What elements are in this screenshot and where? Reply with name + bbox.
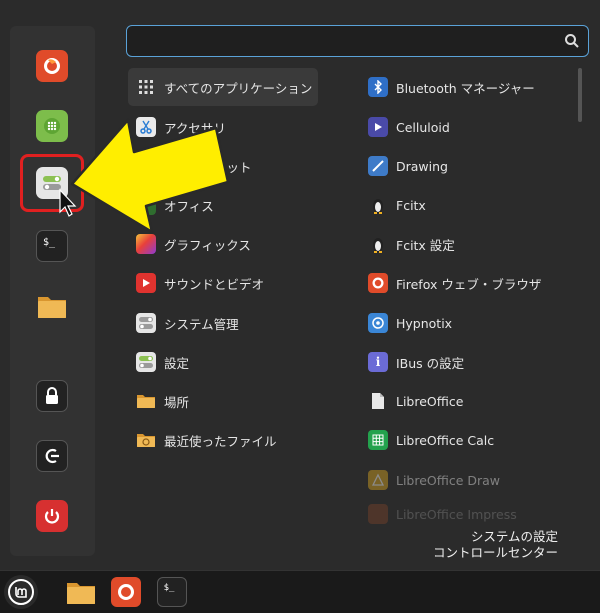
- app-libreoffice[interactable]: LibreOffice: [362, 382, 572, 420]
- bluetooth-icon: [368, 77, 388, 97]
- category-places[interactable]: 場所: [128, 382, 318, 420]
- firefox-icon[interactable]: [36, 50, 68, 82]
- category-administration[interactable]: システム管理: [128, 304, 318, 342]
- description-subtitle: コントロールセンター: [432, 545, 558, 560]
- category-label: グラフィックス: [164, 237, 251, 253]
- app-label: Bluetooth マネージャー: [396, 80, 535, 96]
- info-icon: i: [368, 352, 388, 372]
- folder-icon: [67, 583, 95, 604]
- category-label: インターネット: [164, 159, 252, 175]
- toggle-icon: [136, 352, 156, 372]
- category-sound-video[interactable]: サウンドとビデオ: [128, 264, 318, 302]
- terminal-icon: $_: [163, 583, 175, 593]
- category-preferences[interactable]: 設定: [128, 343, 318, 381]
- software-manager-icon[interactable]: [36, 110, 68, 142]
- draw-icon: [368, 470, 388, 490]
- terminal-icon[interactable]: $_: [36, 230, 68, 262]
- app-label: Firefox ウェブ・ブラウザ: [396, 276, 542, 292]
- app-label: LibreOffice Calc: [396, 432, 495, 448]
- globe-icon: [136, 156, 156, 176]
- app-libreoffice-impress[interactable]: LibreOffice Impress: [362, 500, 572, 528]
- category-label: オフィス: [164, 198, 214, 214]
- app-hypnotix[interactable]: Hypnotix: [362, 304, 572, 342]
- category-office[interactable]: オフィス: [128, 186, 318, 224]
- firefox-launcher[interactable]: [111, 577, 141, 607]
- app-ibus-settings[interactable]: i IBus の設定: [362, 343, 572, 381]
- hypnotix-icon: [368, 313, 388, 333]
- firefox-icon: [368, 273, 388, 293]
- category-internet[interactable]: インターネット: [128, 147, 318, 185]
- play-icon: [136, 273, 156, 293]
- app-fcitx-settings[interactable]: Fcitx 設定: [362, 225, 572, 263]
- category-label: システム管理: [164, 316, 239, 332]
- logout-icon[interactable]: [36, 440, 68, 472]
- recent-folder-icon: [136, 430, 156, 450]
- shutdown-icon[interactable]: [36, 500, 68, 532]
- search-box[interactable]: [126, 25, 589, 57]
- app-libreoffice-calc[interactable]: LibreOffice Calc: [362, 421, 572, 459]
- app-label: Drawing: [396, 158, 448, 174]
- document-icon: [368, 391, 388, 411]
- celluloid-icon: [368, 117, 388, 137]
- category-label: すべてのアプリケーション: [164, 80, 313, 96]
- app-label: Fcitx: [396, 197, 426, 213]
- search-input[interactable]: [135, 30, 559, 54]
- app-label: LibreOffice Draw: [396, 472, 501, 488]
- app-firefox[interactable]: Firefox ウェブ・ブラウザ: [362, 264, 572, 302]
- graphics-icon: [136, 234, 156, 254]
- app-celluloid[interactable]: Celluloid: [362, 108, 572, 146]
- app-label: Fcitx 設定: [396, 237, 455, 253]
- toggle-icon: [136, 313, 156, 333]
- app-bluetooth-manager[interactable]: Bluetooth マネージャー: [362, 68, 572, 106]
- files-launcher[interactable]: [64, 575, 98, 609]
- app-label: LibreOffice: [396, 393, 464, 409]
- category-label: 場所: [164, 394, 190, 410]
- app-label: Celluloid: [396, 119, 450, 135]
- application-menu: $_ すべてのアプリケーション アクセサリ インターネット オフィス グラフィッ…: [0, 0, 600, 570]
- app-label: IBus の設定: [396, 355, 465, 371]
- scissors-icon: [136, 117, 156, 137]
- app-libreoffice-draw[interactable]: LibreOffice Draw: [362, 461, 572, 499]
- category-label: サウンドとビデオ: [164, 276, 265, 292]
- calc-icon: [368, 430, 388, 450]
- grid-icon: [136, 77, 156, 97]
- terminal-launcher[interactable]: $_: [157, 577, 187, 607]
- menu-button[interactable]: [4, 575, 38, 609]
- lock-icon[interactable]: [36, 380, 68, 412]
- app-drawing[interactable]: Drawing: [362, 147, 572, 185]
- office-icon: [136, 195, 156, 215]
- folder-icon: [136, 391, 156, 411]
- impress-icon: [368, 504, 388, 524]
- category-recent-files[interactable]: 最近使ったファイル: [128, 421, 318, 459]
- category-label: 設定: [164, 355, 190, 371]
- system-settings-icon[interactable]: [36, 167, 68, 199]
- penguin-icon: [368, 234, 388, 254]
- app-label: Hypnotix: [396, 315, 453, 331]
- search-icon[interactable]: [564, 33, 580, 49]
- category-accessories[interactable]: アクセサリ: [128, 108, 318, 146]
- mint-logo-icon: [8, 579, 34, 605]
- taskbar: $_: [0, 570, 600, 613]
- drawing-icon: [368, 156, 388, 176]
- category-all-applications[interactable]: すべてのアプリケーション: [128, 68, 318, 106]
- category-label: アクセサリ: [164, 120, 226, 136]
- category-label: 最近使ったファイル: [164, 433, 277, 449]
- penguin-icon: [368, 195, 388, 215]
- firefox-icon: [118, 584, 134, 600]
- folder-icon[interactable]: [36, 290, 68, 322]
- app-label: LibreOffice Impress: [396, 506, 517, 522]
- category-graphics[interactable]: グラフィックス: [128, 225, 318, 263]
- app-fcitx[interactable]: Fcitx: [362, 186, 572, 224]
- scrollbar[interactable]: [578, 68, 582, 122]
